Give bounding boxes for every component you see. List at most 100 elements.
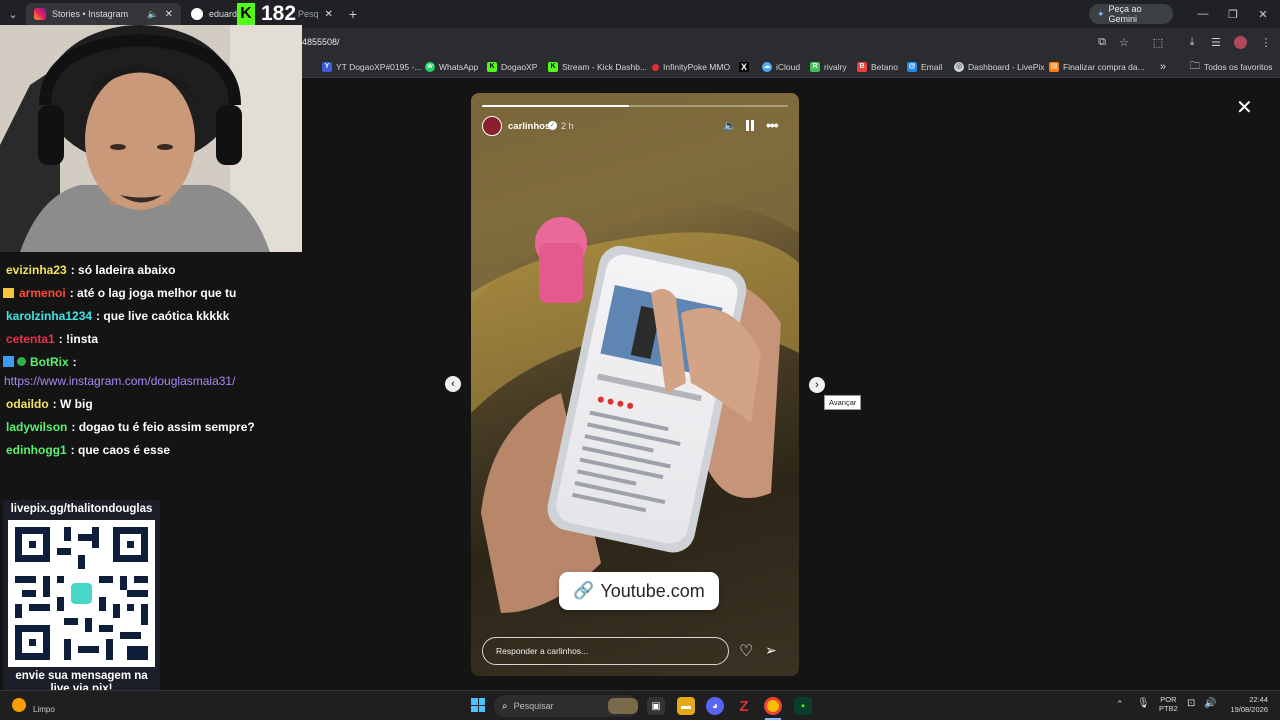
clock[interactable]: 22:44 19/08/2026 xyxy=(1224,695,1268,715)
chat-message: BotRix: xyxy=(3,355,77,369)
stream-chat: evizinha23: só ladeira abaixo armenoi: a… xyxy=(0,252,302,472)
weather-icon xyxy=(12,698,26,712)
chat-text: : só ladeira abaixo xyxy=(70,263,176,277)
discord-icon[interactable]: ◕ xyxy=(706,697,724,715)
kick-icon: K xyxy=(487,62,497,72)
install-app-icon[interactable]: ⧉ xyxy=(1091,33,1113,51)
chat-username: ladywilson xyxy=(6,420,68,434)
volume-icon[interactable]: 🔊 xyxy=(1204,698,1216,709)
bookmark-dogaoxp[interactable]: K DogaoXP xyxy=(487,60,537,74)
bookmark-whatsapp[interactable]: w WhatsApp xyxy=(425,60,478,74)
url-field[interactable]: 4855508/ xyxy=(302,34,1082,51)
language-indicator[interactable]: POR PTB2 xyxy=(1159,695,1178,713)
kick-logo-icon: K xyxy=(237,3,255,25)
gemini-label: Peça ao Gemini xyxy=(1108,4,1142,24)
extensions-icon[interactable]: ⬚ xyxy=(1147,33,1169,51)
google-icon xyxy=(191,8,203,20)
bot-badge-icon xyxy=(3,356,14,367)
gemini-icon: ✦ xyxy=(1097,8,1105,19)
bookmark-yt-dogaoxp[interactable]: Y YT DogaoXP#0195 -... xyxy=(322,60,421,74)
more-options-icon[interactable]: ••• xyxy=(766,117,779,133)
network-icon[interactable]: ⊡ xyxy=(1187,698,1195,709)
file-explorer-icon[interactable]: ▬ xyxy=(677,697,695,715)
chat-message: ladywilson: dogao tu é feio assim sempre… xyxy=(6,420,255,434)
bookmark-rivalry[interactable]: Rrivalry xyxy=(810,60,847,74)
pause-icon[interactable] xyxy=(745,120,755,131)
taskbar-search-input[interactable]: ⌕ Pesquisar xyxy=(494,695,638,717)
bookmark-betano[interactable]: B Betano xyxy=(857,60,898,74)
bookmark-x[interactable]: X xyxy=(739,60,753,74)
bookmarks-overflow-button[interactable]: » xyxy=(1160,60,1166,74)
close-story-icon[interactable]: ✕ xyxy=(1236,95,1253,120)
bookmark-livepix-dashboard[interactable]: ◎ Dashboard - LivePix xyxy=(954,60,1045,74)
link-icon: 🔗 xyxy=(573,581,595,600)
link-sticker[interactable]: 🔗 Youtube.com xyxy=(559,572,719,610)
link-sticker-text: Youtube.com xyxy=(600,580,705,601)
streamer-webcam-image xyxy=(0,25,302,252)
close-window-button[interactable]: ✕ xyxy=(1252,5,1274,23)
chat-message: evizinha23: só ladeira abaixo xyxy=(6,263,175,277)
microphone-icon[interactable]: 🎙 xyxy=(1137,698,1150,709)
chat-username: BotRix xyxy=(30,355,69,369)
chat-message: armenoi: até o lag joga melhor que tu xyxy=(3,286,236,300)
tab-list-button[interactable]: ⌄ xyxy=(2,5,24,23)
crown-badge-icon xyxy=(3,288,14,298)
story-username[interactable]: carlinhos xyxy=(508,121,550,132)
all-bookmarks-folder[interactable]: 🗀 Todos os favoritos xyxy=(1190,60,1273,74)
bookmark-kick-dashboard[interactable]: K Stream - Kick Dashb... xyxy=(548,60,647,74)
instagram-icon xyxy=(34,8,46,20)
task-view-icon[interactable]: ▣ xyxy=(647,697,665,715)
windows-taskbar: Limpo ⌕ Pesquisar ▣ ▬ ◕ Z ▪ ⌃ 🎙 POR PTB2… xyxy=(0,690,1280,720)
story-time: 2 h xyxy=(561,121,574,131)
customize-icon[interactable]: ☰ xyxy=(1205,33,1227,51)
like-heart-icon[interactable]: ♡ xyxy=(739,641,753,661)
next-tooltip: Avançar xyxy=(824,395,862,410)
zotero-icon[interactable]: Z xyxy=(735,697,753,715)
send-dm-icon[interactable]: ➢ xyxy=(765,642,777,659)
chat-username: karolzinha1234 xyxy=(6,309,93,323)
betano-icon: B xyxy=(857,62,867,72)
bookmark-infinitypoke[interactable]: InfinityPoke MMO xyxy=(652,60,730,74)
chat-text: : que live caótica kkkkk xyxy=(96,309,230,323)
url-text: 4855508/ xyxy=(302,37,340,47)
reply-input[interactable]: Responder a carlinhos... xyxy=(482,637,729,665)
bookmark-email[interactable]: @ Email xyxy=(907,60,942,74)
clock-time: 22:44 xyxy=(1249,695,1268,704)
bookmark-star-icon[interactable]: ☆ xyxy=(1113,33,1135,51)
windows-start-icon[interactable] xyxy=(471,698,485,712)
tab-close-icon[interactable]: ✕ xyxy=(165,9,173,20)
maximize-button[interactable]: ❐ xyxy=(1222,5,1244,23)
new-tab-button[interactable]: + xyxy=(342,5,364,23)
tab-mute-icon[interactable]: 🔈 xyxy=(147,9,158,20)
chat-link[interactable]: https://www.instagram.com/douglasmaia31/ xyxy=(4,374,235,388)
webcam-feed xyxy=(0,25,302,252)
story-avatar[interactable] xyxy=(482,116,502,136)
chrome-icon[interactable] xyxy=(764,697,782,715)
shop-icon: ▤ xyxy=(1049,62,1059,72)
chat-message: cetenta1: !insta xyxy=(6,332,98,346)
tab-instagram-stories[interactable]: Stories • Instagram 🔈 ✕ xyxy=(26,3,181,25)
tray-chevron-icon[interactable]: ⌃ xyxy=(1116,699,1124,710)
tab-title: Stories • Instagram xyxy=(52,9,129,19)
chat-message: edinhogg1: que caos é esse xyxy=(6,443,170,457)
menu-dots-icon[interactable]: ⋮ xyxy=(1255,33,1277,51)
gemini-button[interactable]: ✦ Peça ao Gemini xyxy=(1089,4,1173,24)
next-story-button[interactable]: › xyxy=(809,377,825,393)
bookmark-icloud[interactable]: ☁ iCloud xyxy=(762,60,800,74)
previous-story-button[interactable]: ‹ xyxy=(445,376,461,392)
profile-avatar[interactable] xyxy=(1234,36,1247,49)
bookmark-finalizar-compra[interactable]: ▤ Finalizar compra da... xyxy=(1049,60,1145,74)
livepix-url: livepix.gg/thalitondouglas xyxy=(10,503,153,515)
tab-close-icon[interactable]: ✕ xyxy=(325,9,333,20)
chat-text: : dogao tu é feio assim sempre? xyxy=(71,420,255,434)
story-progress-track xyxy=(482,105,788,107)
kick-app-icon[interactable]: ▪ xyxy=(794,697,812,715)
chat-username: armenoi xyxy=(19,286,66,300)
folder-icon: 🗀 xyxy=(1190,60,1200,72)
keyboard-layout: PTB2 xyxy=(1159,704,1178,713)
download-icon[interactable]: ⤓ xyxy=(1181,33,1203,51)
weather-text: Limpo xyxy=(33,705,55,714)
sound-icon[interactable]: 🔈 xyxy=(723,119,737,132)
minimize-button[interactable]: — xyxy=(1192,5,1214,23)
poke-icon xyxy=(652,63,659,71)
